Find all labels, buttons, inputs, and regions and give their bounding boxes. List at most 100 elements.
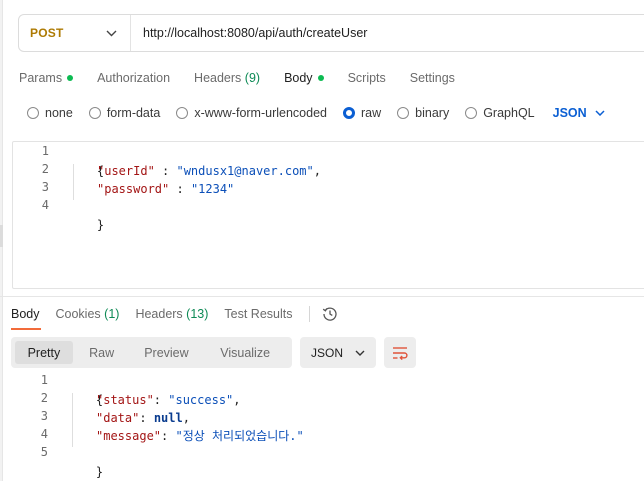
- tab-test-results-label: Test Results: [224, 307, 293, 321]
- tab-response-body[interactable]: Body: [11, 307, 40, 321]
- language-select[interactable]: JSON: [553, 106, 605, 120]
- json-key: "message": [96, 429, 162, 443]
- tab-body[interactable]: Body: [284, 71, 324, 85]
- request-tabs: Params Authorization Headers (9) Body Sc…: [19, 69, 479, 87]
- tab-scripts[interactable]: Scripts: [348, 71, 386, 85]
- radio-circle[interactable]: [176, 107, 189, 119]
- radio-urlencoded-label: x-www-form-urlencoded: [194, 106, 327, 120]
- radio-graphql-label: GraphQL: [483, 106, 535, 120]
- tab-cookies[interactable]: Cookies (1): [56, 307, 120, 321]
- radio-circle[interactable]: [88, 107, 101, 119]
- json-string: "정상 처리되었습니다.": [175, 429, 304, 443]
- json-string: "success": [168, 393, 234, 407]
- view-visualize-button[interactable]: Visualize: [202, 341, 288, 364]
- radio-circle[interactable]: [397, 107, 410, 119]
- tab-response-headers[interactable]: Headers (13): [135, 307, 208, 321]
- json-string: "wndusx1@naver.com": [176, 164, 314, 178]
- json-key: "password": [97, 182, 170, 196]
- tab-body-label: Body: [284, 71, 313, 85]
- chevron-down-icon: [106, 30, 117, 37]
- view-pretty-button[interactable]: Pretty: [15, 341, 73, 364]
- radio-none[interactable]: none: [27, 106, 73, 120]
- history-icon[interactable]: [322, 306, 338, 322]
- tab-params-label: Params: [19, 71, 63, 85]
- method-label: POST: [30, 26, 64, 40]
- code-line: "status": "success",: [96, 393, 241, 407]
- wrap-lines-icon: [393, 346, 408, 360]
- tab-headers-label: Headers: [194, 71, 242, 85]
- json-key: "data": [96, 411, 140, 425]
- line-number: 2: [40, 391, 48, 405]
- radio-raw[interactable]: raw: [343, 106, 381, 120]
- code-line: {: [68, 144, 104, 178]
- tab-headers-count: (9): [244, 71, 261, 85]
- line-number: 4: [41, 198, 49, 212]
- radio-binary-label: binary: [415, 106, 450, 120]
- line-number: 5: [40, 445, 48, 459]
- line-number: 1: [41, 144, 49, 158]
- json-key: "userId": [97, 164, 155, 178]
- code-line: "data": null,: [96, 411, 190, 425]
- code-line: {: [67, 373, 103, 407]
- body-type-options: none form-data x-www-form-urlencoded raw…: [27, 104, 605, 122]
- tab-test-results[interactable]: Test Results: [224, 307, 292, 321]
- json-key: "status": [96, 393, 154, 407]
- brace-close: }: [96, 218, 105, 232]
- response-tabs: Body Cookies (1) Headers (13) Test Resul…: [11, 305, 338, 323]
- line-number: 2: [41, 162, 49, 176]
- code-line: "password" : "1234": [97, 182, 235, 196]
- chevron-down-icon: [355, 350, 365, 356]
- tab-scripts-label: Scripts: [347, 71, 386, 85]
- view-preview-button[interactable]: Preview: [131, 341, 203, 364]
- brace-close: }: [95, 465, 104, 479]
- radio-urlencoded[interactable]: x-www-form-urlencoded: [176, 106, 327, 120]
- code-line: "message": "정상 처리되었습니다.": [96, 429, 304, 443]
- code-line: "userId" : "wndusx1@naver.com",: [97, 164, 321, 178]
- tab-divider: [308, 306, 310, 322]
- tab-cookies-count: (1): [104, 307, 120, 321]
- active-tab-indicator: [11, 328, 41, 330]
- tab-settings-label: Settings: [409, 71, 455, 85]
- radio-raw-label: raw: [361, 106, 382, 120]
- radio-binary[interactable]: binary: [397, 106, 449, 120]
- chevron-down-icon: [595, 110, 605, 116]
- radio-graphql[interactable]: GraphQL: [465, 106, 535, 120]
- line-number: 1: [40, 373, 48, 387]
- response-format-label: JSON: [311, 345, 344, 360]
- tab-response-headers-label: Headers: [135, 307, 183, 321]
- radio-circle[interactable]: [465, 107, 478, 119]
- tab-response-body-label: Body: [11, 307, 40, 321]
- url-input[interactable]: [143, 26, 623, 40]
- radio-circle-checked[interactable]: [343, 107, 355, 119]
- params-indicator-dot: [67, 75, 74, 81]
- code-line: }: [68, 198, 104, 232]
- json-null: null: [153, 411, 183, 425]
- response-view-switcher: Pretty Raw Preview Visualize: [11, 337, 292, 368]
- method-select[interactable]: POST: [19, 15, 131, 51]
- view-raw-button[interactable]: Raw: [73, 341, 131, 364]
- radio-none-label: none: [45, 106, 73, 120]
- tab-authorization-label: Authorization: [97, 71, 171, 85]
- tab-authorization[interactable]: Authorization: [97, 71, 170, 85]
- tab-response-headers-count: (13): [186, 307, 209, 321]
- sidebar-resize-handle[interactable]: [0, 225, 3, 247]
- request-body-editor[interactable]: 1 2 3 4 { "userId" : "wndusx1@naver.com"…: [12, 141, 644, 289]
- response-body-viewer[interactable]: 1 2 3 4 5 { "status": "success", "data":…: [12, 370, 644, 479]
- line-number: 4: [40, 427, 48, 441]
- code-line: }: [67, 445, 103, 479]
- line-number: 3: [41, 180, 49, 194]
- url-bar: POST: [18, 14, 644, 52]
- json-string: "1234": [190, 182, 235, 196]
- tab-params[interactable]: Params: [19, 71, 74, 85]
- response-format-select[interactable]: JSON: [300, 337, 376, 368]
- wrap-lines-button[interactable]: [384, 337, 416, 368]
- line-number: 3: [40, 409, 48, 423]
- radio-form-data[interactable]: form-data: [88, 106, 160, 120]
- language-label: JSON: [552, 106, 587, 120]
- tab-cookies-label: Cookies: [55, 307, 101, 321]
- tab-headers[interactable]: Headers (9): [194, 71, 260, 85]
- body-indicator-dot: [317, 75, 324, 81]
- tab-settings[interactable]: Settings: [410, 71, 455, 85]
- radio-circle[interactable]: [27, 107, 39, 119]
- pane-splitter[interactable]: [0, 296, 644, 297]
